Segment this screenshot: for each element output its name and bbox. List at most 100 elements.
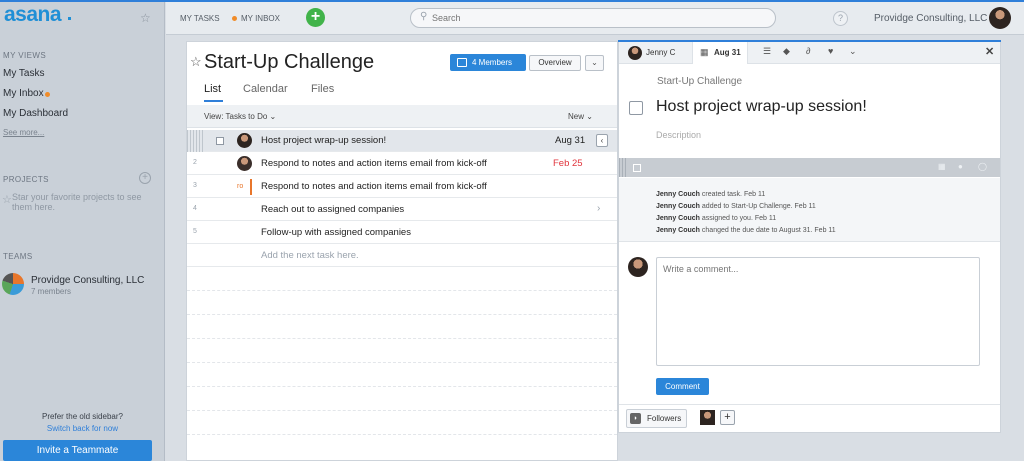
assignee-avatar[interactable] (237, 156, 252, 171)
help-button[interactable]: ? (833, 11, 848, 26)
activity-time: Feb 11 (794, 203, 816, 210)
empty-row-divider (187, 314, 617, 315)
close-icon[interactable]: ✕ (985, 45, 994, 58)
empty-row-divider (187, 434, 617, 435)
subtask-checkbox[interactable] (633, 164, 641, 172)
sidebar-item-my-dashboard[interactable]: My Dashboard (3, 108, 68, 119)
my-inbox-link[interactable]: MY INBOX (241, 14, 280, 23)
tab-calendar[interactable]: Calendar (243, 83, 288, 95)
team-avatar[interactable] (2, 273, 24, 295)
assignee-initials[interactable]: ro (237, 183, 243, 190)
drag-handle[interactable] (619, 158, 627, 177)
my-views-heading: MY VIEWS (3, 51, 47, 60)
team-members-count[interactable]: 7 members (31, 287, 71, 296)
activity-item: Jenny Couch assigned to you. Feb 11 (656, 215, 776, 222)
empty-row-divider (187, 290, 617, 291)
inbox-unread-dot (45, 92, 50, 97)
favorite-star-icon[interactable]: ☆ (190, 54, 202, 70)
user-avatar[interactable] (989, 7, 1011, 29)
heart-icon[interactable]: ♥ (828, 46, 833, 56)
activity-item: Jenny Couch changed the due date to Augu… (656, 227, 836, 234)
activity-time: Feb 11 (743, 191, 766, 198)
switch-back-link[interactable]: Switch back for now (0, 424, 165, 433)
row-number: 4 (193, 205, 197, 212)
due-date-label[interactable]: Aug 31 (714, 48, 741, 57)
calendar-icon[interactable]: ▦ (938, 162, 946, 171)
logo-dot (68, 17, 71, 20)
task-row[interactable]: 3 ro Respond to notes and action items e… (187, 176, 617, 198)
task-row[interactable]: 5 Follow-up with assigned companies (187, 222, 617, 244)
assignee-name[interactable]: Jenny C (646, 48, 675, 57)
task-row[interactable]: 2 Respond to notes and action items emai… (187, 153, 617, 175)
task-name[interactable]: Respond to notes and action items email … (261, 158, 487, 169)
activity-text: changed the due date to August 31. (701, 227, 813, 234)
assignee-avatar[interactable] (628, 46, 642, 60)
row-number: 3 (193, 182, 197, 189)
asana-logo[interactable]: asana (4, 3, 62, 27)
drag-handle[interactable] (187, 130, 203, 152)
comment-button[interactable]: Comment (656, 378, 709, 395)
task-row[interactable]: 4 Reach out to assigned companies › (187, 199, 617, 221)
activity-text: created task. (701, 191, 742, 198)
invite-teammate-button[interactable]: Invite a Teammate (3, 440, 152, 461)
add-project-icon[interactable]: + (139, 172, 151, 184)
background-area (618, 433, 1024, 461)
attachment-icon[interactable]: ∂ (806, 46, 810, 56)
chevron-right-icon[interactable]: › (597, 203, 600, 214)
task-due-date[interactable]: Feb 25 (553, 158, 583, 169)
comment-input[interactable] (656, 257, 980, 366)
organization-name[interactable]: Providge Consulting, LLC (874, 13, 987, 24)
calendar-icon: ▦ (700, 47, 709, 57)
task-due-date[interactable]: Aug 31 (555, 135, 585, 146)
task-row[interactable]: Host project wrap-up session! Aug 31 ‹ (187, 130, 617, 152)
sidebar-item-my-inbox[interactable]: My Inbox (3, 88, 44, 99)
activity-user[interactable]: Jenny Couch (656, 215, 700, 222)
tag-icon[interactable]: ◆ (783, 46, 790, 57)
task-name[interactable]: Host project wrap-up session! (261, 135, 386, 146)
team-name[interactable]: Providge Consulting, LLC (31, 275, 144, 286)
quick-add-button[interactable]: + (306, 8, 325, 27)
new-dropdown[interactable]: New ⌄ (568, 112, 593, 121)
person-icon[interactable]: ● (958, 162, 963, 171)
project-menu-chevron-icon[interactable]: ⌄ (585, 55, 604, 71)
task-name[interactable]: Follow-up with assigned companies (261, 227, 411, 238)
chevron-down-icon[interactable]: ⌄ (849, 46, 857, 57)
subtasks-icon[interactable]: ☰ (763, 46, 771, 57)
overview-button[interactable]: Overview (529, 55, 581, 71)
old-sidebar-prompt: Prefer the old sidebar? (42, 412, 123, 421)
task-checkbox[interactable] (216, 137, 224, 145)
task-name[interactable]: Reach out to assigned companies (261, 204, 404, 215)
star-icon: ☆ (2, 194, 12, 206)
activity-user[interactable]: Jenny Couch (656, 227, 700, 234)
complete-task-checkbox[interactable] (629, 101, 643, 115)
follower-avatar[interactable] (700, 410, 715, 425)
task-title[interactable]: Host project wrap-up session! (656, 98, 867, 116)
add-task-placeholder[interactable]: Add the next task here. (261, 250, 359, 261)
sidebar-item-my-tasks[interactable]: My Tasks (3, 68, 45, 79)
search-input[interactable] (432, 11, 752, 25)
assignee-avatar[interactable] (237, 133, 252, 148)
my-tasks-link[interactable]: MY TASKS (180, 14, 220, 23)
activity-item: Jenny Couch added to Start-Up Challenge.… (656, 203, 816, 210)
tab-files[interactable]: Files (311, 83, 334, 95)
view-filter-dropdown[interactable]: View: Tasks to Do ⌄ (204, 112, 276, 121)
tab-list[interactable]: List (204, 83, 221, 95)
see-more-link[interactable]: See more... (3, 128, 44, 137)
empty-row-divider (187, 410, 617, 411)
collapse-arrow-icon[interactable]: ‹ (596, 134, 608, 147)
activity-user[interactable]: Jenny Couch (656, 203, 700, 210)
project-title[interactable]: Start-Up Challenge (204, 51, 374, 74)
add-task-row[interactable]: Add the next task here. (187, 245, 617, 267)
add-follower-button[interactable]: + (720, 410, 735, 425)
comment-icon[interactable]: ◯ (978, 162, 987, 171)
task-project-link[interactable]: Start-Up Challenge (657, 76, 742, 87)
commenter-avatar (628, 257, 648, 277)
search-icon: ⚲ (420, 11, 428, 22)
projects-hint: Star your favorite projects to see them … (12, 192, 142, 212)
activity-user[interactable]: Jenny Couch (656, 191, 700, 198)
pin-icon[interactable]: ☆ (140, 11, 151, 25)
empty-row-divider (187, 362, 617, 363)
activity-item: Jenny Couch created task. Feb 11 (656, 191, 765, 198)
task-name[interactable]: Respond to notes and action items email … (261, 181, 487, 192)
description-field[interactable]: Description (656, 130, 701, 140)
